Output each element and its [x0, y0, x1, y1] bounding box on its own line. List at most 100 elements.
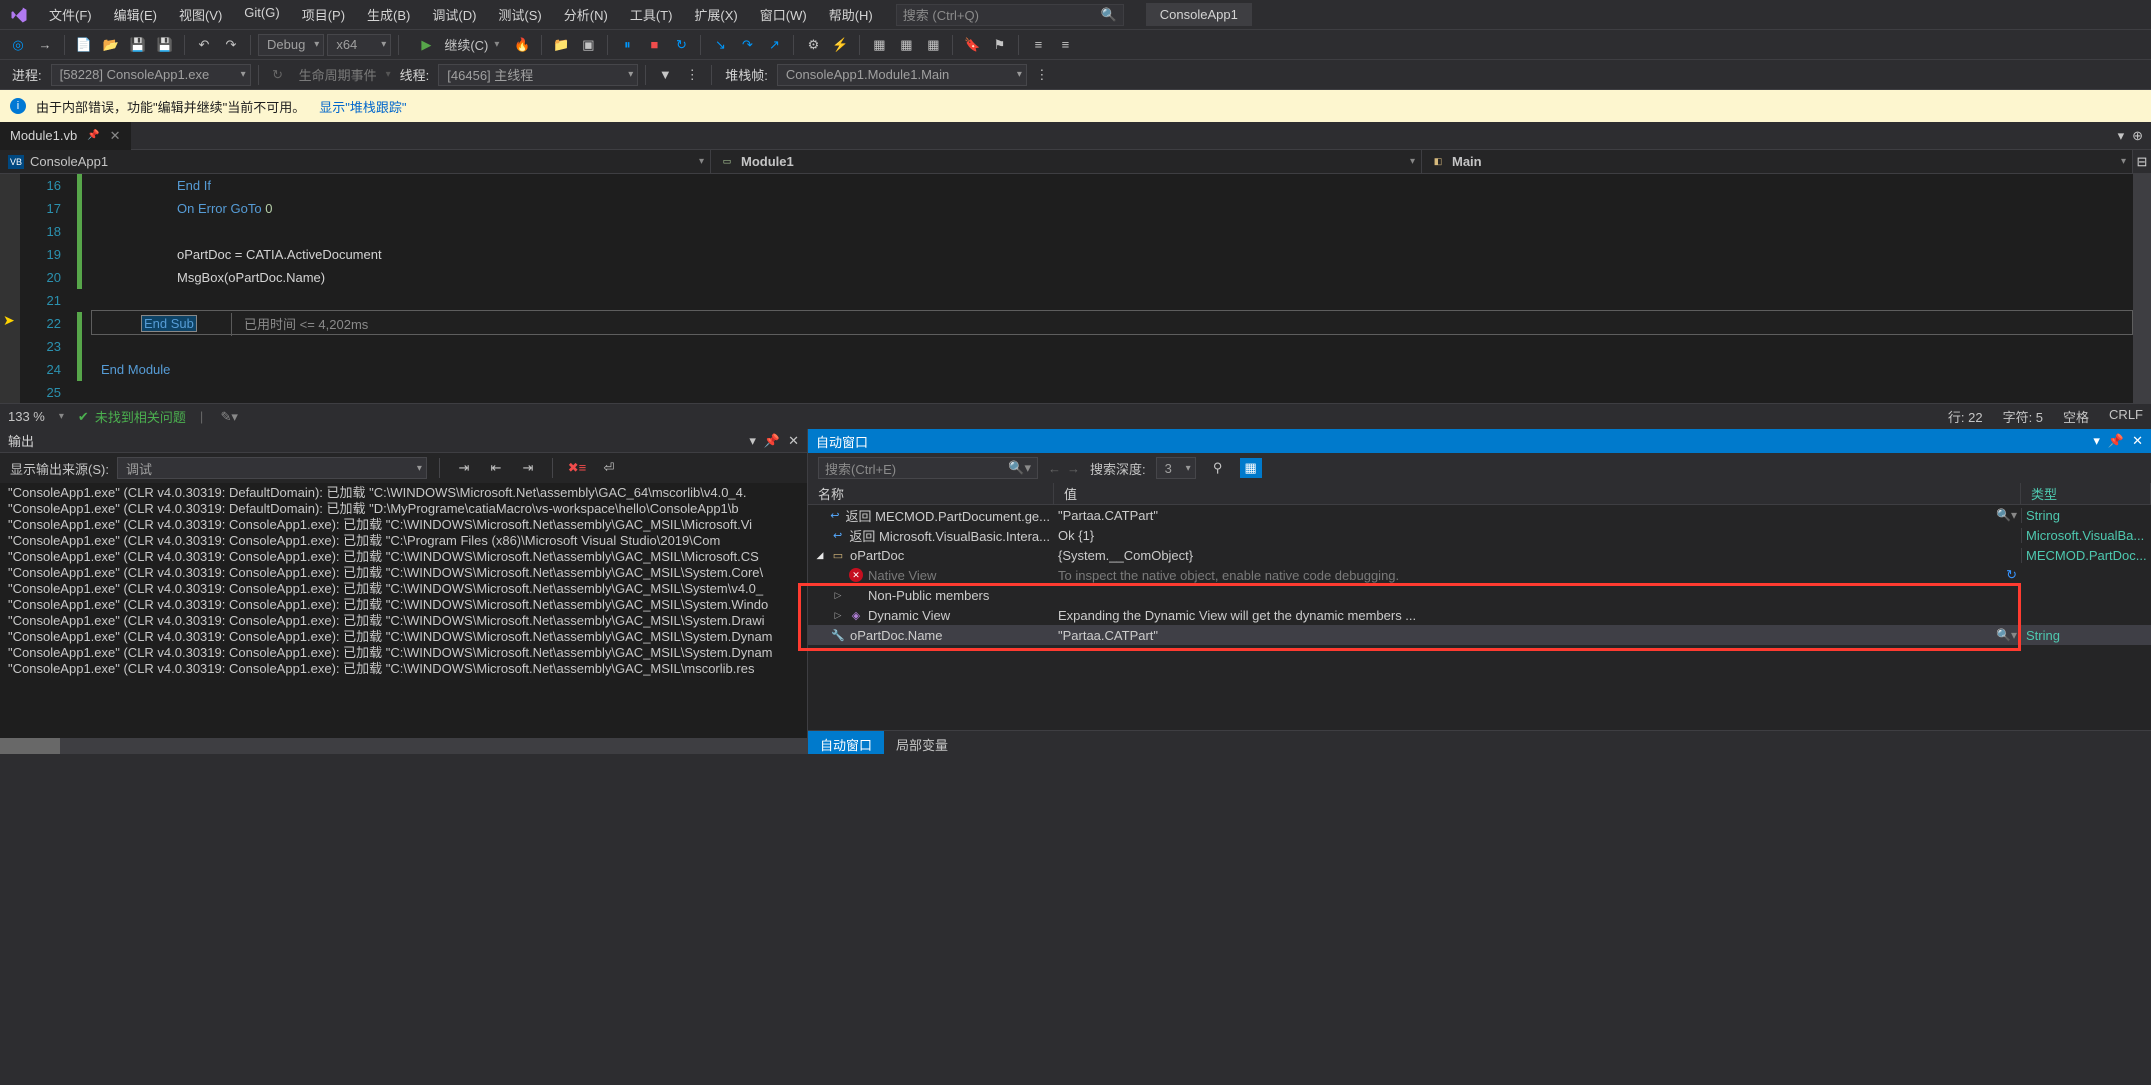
- platform-combo[interactable]: x64: [327, 34, 391, 56]
- solution-name[interactable]: ConsoleApp1: [1146, 3, 1252, 26]
- breakpoint-gutter[interactable]: ➤: [0, 174, 20, 403]
- hot-reload-icon[interactable]: 🔥: [510, 33, 534, 57]
- menu-item[interactable]: 编辑(E): [103, 0, 168, 29]
- code-line[interactable]: On Error GoTo 0: [91, 197, 2133, 220]
- clear-icon[interactable]: ✖≡: [565, 456, 589, 480]
- lifecycle-icon[interactable]: ↻: [266, 63, 290, 87]
- menu-item[interactable]: 扩展(X): [683, 0, 748, 29]
- close-icon[interactable]: ✕: [110, 128, 121, 144]
- zoom-level[interactable]: 133 %: [8, 409, 45, 424]
- next-icon[interactable]: ⇥: [516, 456, 540, 480]
- dropdown-icon[interactable]: ▾: [749, 433, 756, 449]
- debug-tool-icon[interactable]: ⚙: [801, 33, 825, 57]
- code-line[interactable]: End If: [91, 174, 2133, 197]
- close-pane-icon[interactable]: ✕: [2132, 433, 2143, 449]
- code-line[interactable]: [91, 335, 2133, 358]
- pin-icon[interactable]: 📌: [87, 130, 99, 141]
- document-tab[interactable]: Module1.vb 📌 ✕: [0, 122, 131, 150]
- status-line[interactable]: 行: 22: [1948, 407, 1983, 426]
- menu-item[interactable]: 测试(S): [487, 0, 552, 29]
- flag-icon[interactable]: ⚑: [987, 33, 1011, 57]
- debug-tool2-icon[interactable]: ⚡: [828, 33, 852, 57]
- dropdown-icon[interactable]: ▾: [2093, 433, 2100, 449]
- save-icon[interactable]: 💾: [126, 33, 150, 57]
- output-source-combo[interactable]: 调试: [117, 457, 427, 479]
- menu-item[interactable]: 视图(V): [168, 0, 233, 29]
- grid-row[interactable]: ▷✕Native ViewTo inspect the native objec…: [808, 565, 2151, 585]
- view-mode-icon[interactable]: ▦: [1240, 458, 1262, 478]
- undo-icon[interactable]: ↶: [192, 33, 216, 57]
- expand-icon[interactable]: ◢: [814, 550, 826, 561]
- window-icon[interactable]: ▣: [576, 33, 600, 57]
- wrap-icon[interactable]: ⏎: [597, 456, 621, 480]
- step-into-icon[interactable]: ↘: [708, 33, 732, 57]
- code-line[interactable]: MsgBox(oPartDoc.Name): [91, 266, 2133, 289]
- toolbox1-icon[interactable]: ▦: [867, 33, 891, 57]
- toolbox2-icon[interactable]: ▦: [894, 33, 918, 57]
- thread-opts-icon[interactable]: ⋮: [680, 63, 704, 87]
- bookmark-icon[interactable]: 🔖: [960, 33, 984, 57]
- save-all-icon[interactable]: 💾: [153, 33, 177, 57]
- continue-button[interactable]: ▶ 继续(C) ▾: [406, 33, 507, 57]
- thread-combo[interactable]: [46456] 主线程: [438, 64, 638, 86]
- menu-item[interactable]: 工具(T): [619, 0, 684, 29]
- menu-item[interactable]: 调试(D): [421, 0, 487, 29]
- stop-icon[interactable]: ■: [642, 33, 666, 57]
- menu-item[interactable]: Git(G): [233, 0, 290, 29]
- col-name[interactable]: 名称: [808, 483, 1054, 504]
- menu-item[interactable]: 生成(B): [356, 0, 421, 29]
- problems-status[interactable]: ✔ 未找到相关问题: [78, 407, 186, 426]
- code-line[interactable]: [91, 381, 2133, 404]
- restart-icon[interactable]: ↻: [669, 33, 693, 57]
- autos-search-input[interactable]: 搜索(Ctrl+E) 🔍▾: [818, 457, 1038, 479]
- col-type[interactable]: 类型: [2021, 483, 2151, 504]
- brush-icon[interactable]: ✎▾: [217, 405, 241, 429]
- expand-icon[interactable]: ▷: [832, 610, 844, 621]
- status-indent[interactable]: 空格: [2063, 407, 2089, 426]
- list2-icon[interactable]: ≡: [1053, 33, 1077, 57]
- menu-item[interactable]: 文件(F): [38, 0, 103, 29]
- redo-icon[interactable]: ↷: [219, 33, 243, 57]
- status-eol[interactable]: CRLF: [2109, 407, 2143, 426]
- list-icon[interactable]: ≡: [1026, 33, 1050, 57]
- output-titlebar[interactable]: 输出 ▾ 📌 ✕: [0, 429, 807, 453]
- stackframe-combo[interactable]: ConsoleApp1.Module1.Main: [777, 64, 1027, 86]
- nav-module-combo[interactable]: ▭ Module1: [711, 150, 1422, 173]
- grid-row[interactable]: ▷Non-Public members: [808, 585, 2151, 605]
- process-combo[interactable]: [58228] ConsoleApp1.exe: [51, 64, 251, 86]
- prev-icon[interactable]: ⇤: [484, 456, 508, 480]
- goto-icon[interactable]: ⇥: [452, 456, 476, 480]
- menu-search-input[interactable]: 搜索 (Ctrl+Q) 🔍: [896, 4, 1124, 26]
- output-hscrollbar[interactable]: [0, 738, 807, 754]
- autos-tab[interactable]: 自动窗口: [808, 731, 884, 754]
- show-stacktrace-link[interactable]: 显示"堆栈跟踪": [319, 97, 406, 116]
- nav-back-icon[interactable]: ◎: [6, 33, 30, 57]
- code-line[interactable]: [91, 289, 2133, 312]
- depth-combo[interactable]: 3: [1156, 457, 1196, 479]
- next-match-icon[interactable]: →: [1067, 461, 1080, 476]
- output-text[interactable]: "ConsoleApp1.exe" (CLR v4.0.30319: Defau…: [0, 483, 807, 754]
- grid-row[interactable]: ▷◈Dynamic ViewExpanding the Dynamic View…: [808, 605, 2151, 625]
- autos-tab[interactable]: 局部变量: [884, 731, 960, 754]
- refresh-icon[interactable]: ↻: [2006, 568, 2017, 583]
- grid-row[interactable]: ▷↩返回 Microsoft.VisualBasic.Intera...Ok {…: [808, 525, 2151, 545]
- step-over-icon[interactable]: ↷: [735, 33, 759, 57]
- nav-project-combo[interactable]: VB ConsoleApp1: [0, 150, 711, 173]
- tab-add-icon[interactable]: ⊕: [2132, 128, 2143, 144]
- new-item-icon[interactable]: 📄: [72, 33, 96, 57]
- folder-icon[interactable]: 📁: [549, 33, 573, 57]
- open-icon[interactable]: 📂: [99, 33, 123, 57]
- menu-item[interactable]: 分析(N): [553, 0, 619, 29]
- code-line[interactable]: oPartDoc = CATIA.ActiveDocument: [91, 243, 2133, 266]
- expand-icon[interactable]: ▷: [832, 590, 844, 601]
- toolbox3-icon[interactable]: ▦: [921, 33, 945, 57]
- code-editor[interactable]: ➤ 16171819202122232425 End IfOn Error Go…: [0, 174, 2151, 403]
- col-value[interactable]: 值: [1054, 483, 2021, 504]
- tab-overflow-icon[interactable]: ▾: [2118, 128, 2125, 144]
- grid-row[interactable]: ▷↩返回 MECMOD.PartDocument.ge..."Partaa.CA…: [808, 505, 2151, 525]
- nav-split-icon[interactable]: ⊟: [2133, 150, 2151, 173]
- nav-member-combo[interactable]: ◧ Main: [1422, 150, 2133, 173]
- autos-titlebar[interactable]: 自动窗口 ▾ 📌 ✕: [808, 429, 2151, 453]
- filter-icon[interactable]: ▼: [653, 63, 677, 87]
- visualizer-icon[interactable]: 🔍▾: [1996, 628, 2017, 642]
